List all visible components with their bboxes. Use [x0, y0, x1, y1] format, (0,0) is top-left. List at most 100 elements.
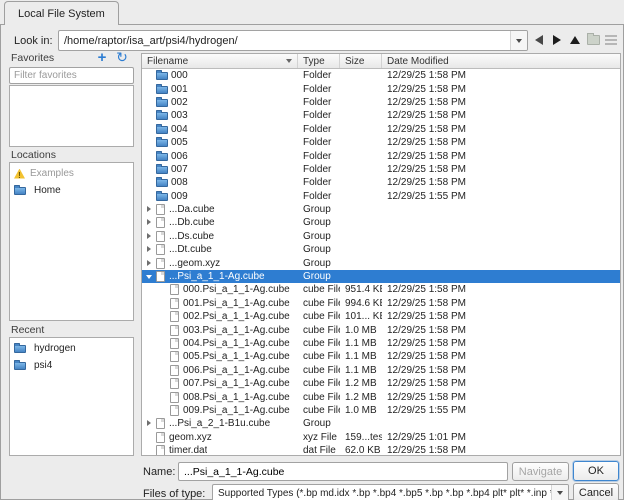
- file-row[interactable]: 005Folder12/29/25 1:58 PM: [142, 136, 620, 149]
- file-type: Folder: [298, 84, 340, 95]
- expander-collapsed-icon[interactable]: [144, 216, 156, 229]
- column-header-date-modified[interactable]: Date Modified: [382, 54, 620, 68]
- column-label: Filename: [147, 56, 188, 67]
- file-size: 994.6 KB: [340, 298, 382, 309]
- file-name: 009.Psi_a_1_1-Ag.cube: [183, 405, 290, 416]
- file-name: 002.Psi_a_1_1-Ag.cube: [183, 311, 290, 322]
- file-row[interactable]: timer.datdat File62.0 KB12/29/25 1:58 PM: [142, 444, 620, 455]
- file-row[interactable]: 001.Psi_a_1_1-Ag.cubecube File994.6 KB12…: [142, 297, 620, 310]
- back-button[interactable]: [530, 31, 548, 49]
- file-row[interactable]: 003Folder12/29/25 1:58 PM: [142, 109, 620, 122]
- expander-spacer: [144, 176, 156, 189]
- file-date: 12/29/25 1:58 PM: [382, 137, 620, 148]
- file-name-cell: 009.Psi_a_1_1-Ag.cube: [142, 404, 298, 417]
- expander-collapsed-icon[interactable]: [144, 230, 156, 243]
- file-row[interactable]: ...Da.cubeGroup: [142, 203, 620, 216]
- expander-collapsed-icon[interactable]: [144, 417, 156, 430]
- file-icon: [156, 217, 165, 228]
- file-name-cell: 006.Psi_a_1_1-Ag.cube: [142, 364, 298, 377]
- column-label: Size: [345, 56, 364, 67]
- sort-indicator-icon: [286, 59, 292, 63]
- recent-title: Recent: [11, 324, 44, 336]
- file-row[interactable]: 004.Psi_a_1_1-Ag.cubecube File1.1 MB12/2…: [142, 337, 620, 350]
- filter-favorites-input[interactable]: [9, 67, 134, 84]
- file-row[interactable]: ...Ds.cubeGroup: [142, 230, 620, 243]
- file-row[interactable]: ...Psi_a_2_1-B1u.cubeGroup: [142, 417, 620, 430]
- chevron-down-icon[interactable]: [551, 485, 568, 500]
- cancel-button[interactable]: Cancel: [573, 483, 619, 500]
- recent-label: hydrogen: [34, 343, 76, 354]
- file-row[interactable]: 000.Psi_a_1_1-Ag.cubecube File951.4 KB12…: [142, 283, 620, 296]
- expander-collapsed-icon[interactable]: [144, 243, 156, 256]
- expander-spacer: [158, 377, 170, 390]
- file-row[interactable]: 001Folder12/29/25 1:58 PM: [142, 82, 620, 95]
- file-row[interactable]: 003.Psi_a_1_1-Ag.cubecube File1.0 MB12/2…: [142, 323, 620, 336]
- chevron-down-icon[interactable]: [510, 31, 527, 50]
- file-row[interactable]: 004Folder12/29/25 1:58 PM: [142, 123, 620, 136]
- column-header-type[interactable]: Type: [298, 54, 340, 68]
- expander-spacer: [158, 350, 170, 363]
- up-directory-button[interactable]: [566, 31, 584, 49]
- add-favorite-button[interactable]: +: [93, 48, 111, 66]
- file-date: 12/29/25 1:58 PM: [382, 351, 620, 362]
- file-row[interactable]: 007.Psi_a_1_1-Ag.cubecube File1.2 MB12/2…: [142, 377, 620, 390]
- back-icon: [535, 35, 543, 45]
- name-input[interactable]: [178, 462, 508, 481]
- tab-local-file-system[interactable]: Local File System: [4, 1, 119, 25]
- recent-item-hydrogen[interactable]: hydrogen: [10, 340, 133, 357]
- folder-icon: [156, 112, 168, 120]
- file-row[interactable]: 005.Psi_a_1_1-Ag.cubecube File1.1 MB12/2…: [142, 350, 620, 363]
- files-of-type-combobox[interactable]: Supported Types (*.bp md.idx *.bp *.bp4 …: [212, 484, 569, 500]
- expander-spacer: [158, 324, 170, 337]
- folder-icon: [156, 126, 168, 134]
- file-row[interactable]: ...Db.cubeGroup: [142, 216, 620, 229]
- expander-spacer: [144, 136, 156, 149]
- file-row[interactable]: 002.Psi_a_1_1-Ag.cubecube File101... KB1…: [142, 310, 620, 323]
- file-type: cube File: [298, 298, 340, 309]
- file-date: 12/29/25 1:58 PM: [382, 110, 620, 121]
- ok-button[interactable]: OK: [573, 461, 619, 481]
- file-name-cell: 007: [142, 163, 298, 176]
- file-row[interactable]: 006Folder12/29/25 1:58 PM: [142, 149, 620, 162]
- file-icon: [156, 432, 165, 443]
- file-row[interactable]: ...geom.xyzGroup: [142, 256, 620, 269]
- file-row[interactable]: 007Folder12/29/25 1:58 PM: [142, 163, 620, 176]
- file-icon: [170, 378, 179, 389]
- path-value: /home/raptor/isa_art/psi4/hydrogen/: [59, 35, 510, 47]
- column-header-filename[interactable]: Filename: [142, 54, 298, 68]
- file-name-cell: 005.Psi_a_1_1-Ag.cube: [142, 350, 298, 363]
- file-row[interactable]: 002Folder12/29/25 1:58 PM: [142, 96, 620, 109]
- location-item-examples[interactable]: Examples: [10, 165, 133, 182]
- detail-view-button[interactable]: [602, 31, 620, 49]
- file-list-header: Filename Type Size Date Modified: [142, 54, 620, 69]
- file-row[interactable]: 006.Psi_a_1_1-Ag.cubecube File1.1 MB12/2…: [142, 364, 620, 377]
- file-size: 101... KB: [340, 311, 382, 322]
- navigate-button[interactable]: Navigate: [512, 462, 569, 481]
- file-row[interactable]: 008Folder12/29/25 1:58 PM: [142, 176, 620, 189]
- expander-collapsed-icon[interactable]: [144, 257, 156, 270]
- recent-item-psi4[interactable]: psi4: [10, 357, 133, 374]
- file-row[interactable]: 009Folder12/29/25 1:55 PM: [142, 190, 620, 203]
- file-type: Folder: [298, 177, 340, 188]
- file-row[interactable]: geom.xyzxyz File159...tes12/29/25 1:01 P…: [142, 431, 620, 444]
- file-row[interactable]: ...Psi_a_1_1-Ag.cubeGroup: [142, 270, 620, 283]
- create-folder-button[interactable]: [584, 31, 602, 49]
- column-header-size[interactable]: Size: [340, 54, 382, 68]
- refresh-icon: ↻: [116, 50, 128, 64]
- file-row[interactable]: ...Dt.cubeGroup: [142, 243, 620, 256]
- file-type: Folder: [298, 124, 340, 135]
- file-rows: 000Folder12/29/25 1:58 PM001Folder12/29/…: [142, 69, 620, 455]
- expander-expanded-icon[interactable]: [144, 270, 156, 283]
- location-item-home[interactable]: Home: [10, 182, 133, 199]
- file-row[interactable]: 008.Psi_a_1_1-Ag.cubecube File1.2 MB12/2…: [142, 390, 620, 403]
- expander-collapsed-icon[interactable]: [144, 203, 156, 216]
- refresh-favorites-button[interactable]: ↻: [113, 48, 131, 66]
- file-row[interactable]: 009.Psi_a_1_1-Ag.cubecube File1.0 MB12/2…: [142, 404, 620, 417]
- file-row[interactable]: 000Folder12/29/25 1:58 PM: [142, 69, 620, 82]
- file-type: Group: [298, 204, 340, 215]
- location-label: Examples: [30, 168, 74, 179]
- file-name: ...Psi_a_2_1-B1u.cube: [169, 418, 270, 429]
- expander-spacer: [144, 109, 156, 122]
- file-date: 12/29/25 1:58 PM: [382, 84, 620, 95]
- forward-button[interactable]: [548, 31, 566, 49]
